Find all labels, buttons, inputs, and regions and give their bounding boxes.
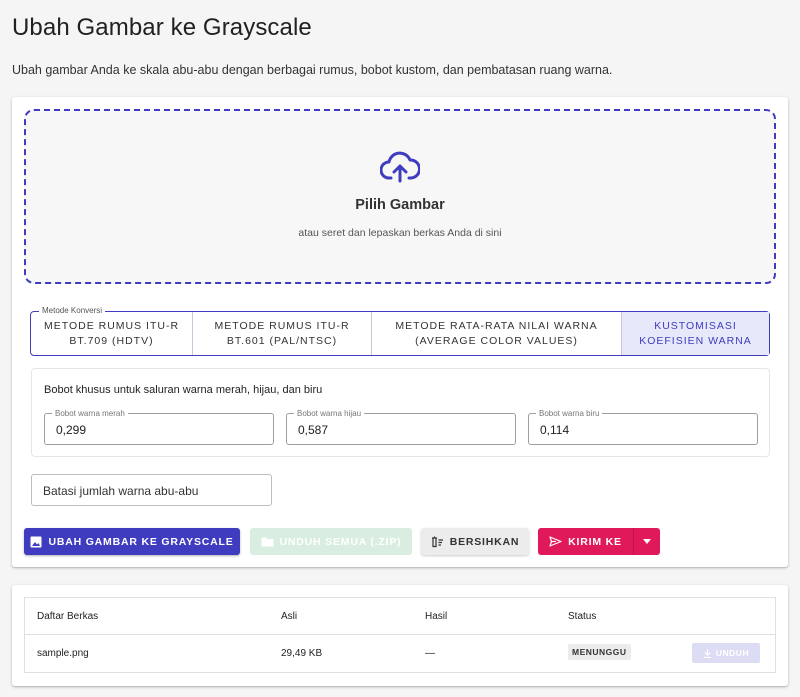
method-custom-button[interactable]: KUSTOMISASI KOEFISIEN WARNA [622,312,769,355]
row-download-button[interactable]: UNDUH [692,643,760,663]
column-header-files: Daftar Berkas [37,611,99,622]
file-original-size: 29,49 KB [281,648,323,659]
dropzone-hint: atau seret dan lepaskan berkas Anda di s… [298,227,502,239]
row-download-label: UNDUH [715,648,750,658]
column-header-result: Hasil [425,611,448,622]
column-header-original: Asli [281,611,298,622]
method-label-line1: METODE RUMUS ITU-R [214,319,350,332]
download-all-label: UNDUH SEMUA (.ZIP) [279,535,402,548]
method-label-line2: BT.709 (HDTV) [69,334,154,347]
method-label-line2: (AVERAGE COLOR VALUES) [415,334,578,347]
converter-card: Pilih Gambar atau seret dan lepaskan ber… [12,97,788,567]
send-to-button[interactable]: KIRIM KE [538,528,633,555]
blue-weight-field[interactable]: Bobot warna biru 0,114 [528,408,758,445]
files-card: Daftar Berkas Asli Hasil Status sample.p… [12,585,788,686]
caret-down-icon [643,539,651,544]
green-weight-field[interactable]: Bobot warna hijau 0,587 [286,408,516,445]
image-icon [30,536,42,547]
method-label-line1: METODE RUMUS ITU-R [43,319,180,332]
blue-weight-value[interactable]: 0,114 [540,423,569,437]
cloud-upload-icon [380,151,420,183]
gray-limit-placeholder: Batasi jumlah warna abu-abu [43,484,199,498]
gray-limit-input[interactable]: Batasi jumlah warna abu-abu [31,474,272,506]
red-weight-value[interactable]: 0,299 [56,423,86,437]
dropzone-title[interactable]: Pilih Gambar [355,197,444,213]
file-name: sample.png [37,648,89,659]
column-header-status: Status [568,611,597,622]
weights-title: Bobot khusus untuk saluran warna merah, … [44,384,323,396]
blue-weight-label: Bobot warna biru [536,408,603,419]
send-label: KIRIM KE [568,535,622,548]
method-label-line2: KOEFISIEN WARNA [639,334,752,347]
custom-weights-panel: Bobot khusus untuk saluran warna merah, … [31,368,770,457]
table-header: Daftar Berkas Asli Hasil Status [25,598,775,635]
green-weight-value[interactable]: 0,587 [298,423,328,437]
convert-button[interactable]: UBAH GAMBAR KE GRAYSCALE [24,528,240,555]
status-badge: MENUNGGU [568,644,631,660]
send-to-dropdown-button[interactable] [633,528,660,555]
red-weight-field[interactable]: Bobot warna merah 0,299 [44,408,274,445]
page-title: Ubah Gambar ke Grayscale [12,14,312,41]
download-all-button[interactable]: UNDUH SEMUA (.ZIP) [250,528,412,555]
method-label-line2: BT.601 (PAL/NTSC) [226,334,338,347]
conversion-method-group: Metode Konversi METODE RUMUS ITU-R BT.709… [30,305,770,356]
convert-label: UBAH GAMBAR KE GRAYSCALE [48,535,234,548]
clear-label: BERSIHKAN [449,535,520,548]
send-icon [549,536,562,547]
method-bt601-button[interactable]: METODE RUMUS ITU-R BT.601 (PAL/NTSC) [193,312,372,355]
file-table: Daftar Berkas Asli Hasil Status sample.p… [24,597,776,673]
red-weight-label: Bobot warna merah [52,408,128,419]
download-icon [703,649,711,658]
green-weight-label: Bobot warna hijau [294,408,365,419]
method-label-line1: METODE RATA-RATA NILAI WARNA [395,319,598,332]
method-legend: Metode Konversi [39,305,106,317]
file-dropzone[interactable]: Pilih Gambar atau seret dan lepaskan ber… [24,109,776,284]
folder-zip-icon [261,537,274,547]
page-subtitle: Ubah gambar Anda ke skala abu-abu dengan… [12,63,613,77]
clear-button[interactable]: BERSIHKAN [421,528,529,555]
method-label-line1: KUSTOMISASI [654,319,737,332]
delete-sweep-icon [431,535,443,547]
method-bt709-button[interactable]: METODE RUMUS ITU-R BT.709 (HDTV) [31,312,193,355]
method-average-button[interactable]: METODE RATA-RATA NILAI WARNA (AVERAGE COL… [372,312,622,355]
file-result: — [425,648,435,659]
